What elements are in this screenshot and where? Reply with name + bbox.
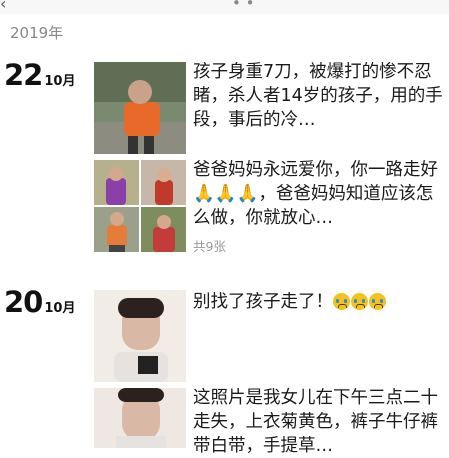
child-photo-image (94, 62, 186, 154)
child-photo-image (94, 388, 186, 448)
post-date-22: 22 10月 (4, 58, 75, 92)
grid-photo[interactable] (141, 160, 186, 205)
grid-photo[interactable] (94, 207, 139, 252)
back-arrow-icon[interactable]: ‹ (0, 0, 6, 13)
profile-title-fragment: • • (232, 0, 255, 12)
crying-face-icon (333, 293, 350, 310)
crying-face-icon (351, 293, 368, 310)
post-text[interactable]: 孩子身重7刀，被爆打的惨不忍睹，杀人者14岁的孩子，用的手段，事后的冷… (193, 60, 445, 132)
date-month: 10月 (44, 74, 76, 89)
post-photo[interactable] (94, 388, 186, 448)
year-header: 2019年 (10, 24, 64, 42)
child-photo-image (141, 207, 186, 252)
post-date-20: 20 10月 (4, 285, 75, 319)
date-month: 10月 (44, 301, 76, 316)
post-text[interactable]: 这照片是我女儿在下午三点二十走失，上衣菊黄色，裤子牛仔裤带白带，手提草… (193, 386, 445, 458)
grid-photo[interactable] (141, 207, 186, 252)
photo-grid[interactable] (94, 160, 186, 252)
child-photo-image (141, 160, 186, 205)
child-photo-image (94, 160, 139, 205)
post-photo[interactable] (94, 290, 186, 382)
child-photo-image (94, 290, 186, 382)
date-day: 20 (4, 285, 43, 319)
post-text-content: 爸爸妈妈永远爱你，你一路走好🙏🙏🙏，爸爸妈妈知道应该怎么做，你就放心… (193, 160, 438, 228)
post-text-content: 别找了孩子走了！ (193, 292, 333, 312)
top-bar: ‹ • • (0, 0, 449, 14)
child-photo-image (94, 207, 139, 252)
post-text[interactable]: 别找了孩子走了！ (193, 290, 445, 314)
grid-photo[interactable] (94, 160, 139, 205)
photo-count: 共9张 (193, 239, 226, 254)
post-text[interactable]: 爸爸妈妈永远爱你，你一路走好🙏🙏🙏，爸爸妈妈知道应该怎么做，你就放心… (193, 158, 445, 230)
post-photo[interactable] (94, 62, 186, 154)
crying-face-icon (369, 293, 386, 310)
date-day: 22 (4, 58, 43, 92)
